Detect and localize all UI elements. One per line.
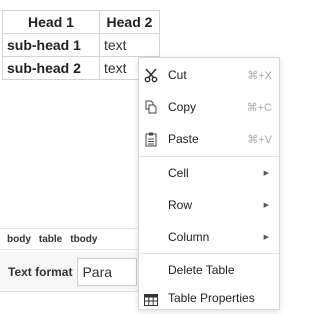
menu-item-label: Row: [168, 198, 193, 212]
table-header-cell[interactable]: Head 2: [99, 10, 160, 34]
path-item-body[interactable]: body: [7, 234, 31, 245]
shortcut-label: ⌘+V: [247, 133, 272, 146]
submenu-arrow-icon: ▶: [263, 170, 269, 177]
path-item-tbody[interactable]: tbody: [70, 234, 97, 245]
menu-item-cell[interactable]: Cell ▶: [139, 157, 279, 189]
menu-item-copy[interactable]: Copy ⌘+C: [139, 91, 279, 123]
shortcut-label: ⌘+C: [246, 101, 272, 114]
table-subhead-cell[interactable]: sub-head 1: [2, 33, 100, 57]
table-row: sub-head 1 text: [2, 33, 160, 57]
menu-item-row[interactable]: Row ▶: [139, 189, 279, 221]
menu-item-label: Cut: [168, 68, 187, 82]
table-icon: [143, 292, 159, 308]
element-path-bar: body table tbody: [0, 228, 140, 250]
text-format-select[interactable]: Para: [77, 257, 138, 286]
submenu-arrow-icon: ▶: [263, 234, 269, 241]
editor-table: Head 1 Head 2 sub-head 1 text sub-head 2…: [2, 10, 160, 80]
table-row: sub-head 2 text: [2, 56, 160, 80]
menu-item-paste[interactable]: Paste ⌘+V: [139, 123, 279, 155]
submenu-arrow-icon: ▶: [263, 202, 269, 209]
menu-item-cut[interactable]: Cut ⌘+X: [139, 59, 279, 91]
menu-item-label: Paste: [168, 132, 199, 146]
menu-item-label: Column: [168, 230, 210, 244]
text-format-label: Text format: [8, 264, 73, 279]
table-header-row: Head 1 Head 2: [2, 10, 160, 34]
copy-icon: [143, 99, 159, 115]
menu-item-column[interactable]: Column ▶: [139, 221, 279, 253]
table-subhead-cell[interactable]: sub-head 2: [2, 56, 100, 80]
menu-item-label: Cell: [168, 166, 189, 180]
table-header-cell[interactable]: Head 1: [2, 10, 100, 34]
text-format-row: Text format Para: [0, 252, 140, 292]
menu-item-table-properties[interactable]: Table Properties: [139, 282, 279, 314]
scissors-icon: [143, 67, 159, 83]
shortcut-label: ⌘+X: [247, 69, 272, 82]
menu-item-label: Delete Table: [168, 263, 235, 277]
menu-item-label: Table Properties: [168, 291, 255, 305]
table-cell[interactable]: text: [99, 33, 160, 57]
path-item-table[interactable]: table: [39, 234, 62, 245]
menu-item-label: Copy: [168, 100, 197, 114]
context-menu: Cut ⌘+X Copy ⌘+C Paste ⌘+V Cell ▶ Row ▶ …: [138, 57, 280, 310]
clipboard-icon: [143, 131, 159, 147]
